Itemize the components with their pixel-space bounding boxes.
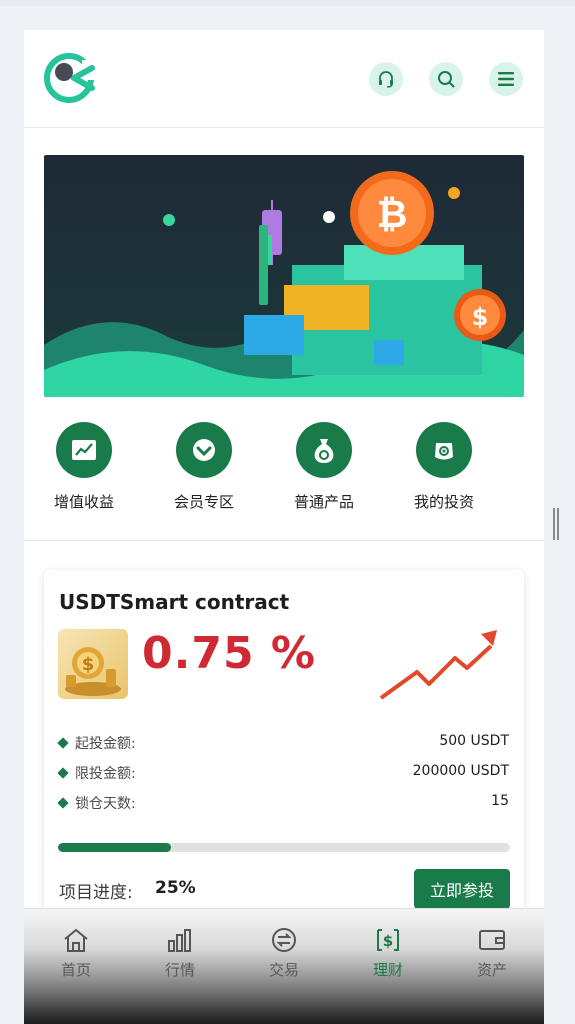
trend-chart-icon [72,440,96,460]
nav-item-assets[interactable]: 资产 [440,909,544,1024]
product-thumbnail: $ [58,629,128,699]
quick-item-label: 普通产品 [293,493,354,511]
bullet-diamond-icon [57,797,69,809]
nav-item-market[interactable]: 行情 [128,909,232,1024]
app-screen: ₿ $ 增值收益 会员专区 普通产品 我的投资 USDTSmart contra… [24,30,544,1024]
nav-item-trade[interactable]: 交易 [232,909,336,1024]
support-button[interactable] [369,62,403,96]
scrollbar-handle[interactable] [553,508,559,540]
home-icon [64,928,88,952]
search-icon [438,71,455,88]
gold-coin-illustration: $ [65,647,121,696]
quick-item-regular-products[interactable]: 普通产品 [264,422,384,540]
browser-top-strip [0,0,575,6]
return-rate: 0.75 % [142,628,316,679]
progress-bar [58,843,510,852]
promo-banner[interactable]: ₿ $ [44,155,524,397]
progress-label: 项目进度: [59,883,133,903]
search-button[interactable] [429,62,463,96]
quick-item-label: 增值收益 [53,493,114,511]
nav-label: 首页 [60,961,91,979]
quick-item-label: 我的投资 [413,493,474,511]
headset-icon [379,71,393,88]
product-detail-row: 限投金额: 200000 USDT [57,763,509,783]
quick-menu: 增值收益 会员专区 普通产品 我的投资 [24,422,544,540]
nav-label: 交易 [268,961,299,979]
product-title: USDTSmart contract [59,590,290,614]
quick-item-label: 会员专区 [173,493,234,511]
nav-item-home[interactable]: 首页 [24,909,128,1024]
progress-fill [58,843,171,852]
menu-button[interactable] [489,62,523,96]
menu-icon [498,72,514,86]
finance-icon: $ [377,929,399,951]
exchange-icon [272,928,296,952]
header [24,30,544,128]
join-investment-button[interactable]: 立即参投 [414,869,510,909]
quick-item-value-added[interactable]: 增值收益 [24,422,144,540]
detail-key: 起投金额: [75,736,136,752]
detail-key: 锁仓天数: [75,796,136,812]
svg-text:$: $ [82,654,95,675]
quick-item-my-investment[interactable]: 我的投资 [384,422,504,540]
svg-text:$: $ [472,303,489,331]
bottom-nav: 首页 行情 交易 $ 理财 资产 [24,908,544,1024]
crypto-banner-illustration: ₿ $ [44,155,524,397]
quick-item-member-zone[interactable]: 会员专区 [144,422,264,540]
detail-key: 限投金额: [75,766,136,782]
heart-badge-icon [193,439,215,461]
wallet-icon [479,930,505,950]
quick-icon-circle [296,422,352,478]
quick-icon-circle [56,422,112,478]
uptrend-arrow-icon [379,630,497,700]
bar-chart-icon [168,929,191,952]
product-detail-row: 锁仓天数: 15 [57,793,509,813]
money-bag-icon [314,439,334,463]
quick-icon-circle [176,422,232,478]
product-card[interactable]: USDTSmart contract $ 0.75 % 起投金额: 500 US… [44,570,524,930]
detail-value: 15 [491,793,509,809]
product-detail-row: 起投金额: 500 USDT [57,733,509,753]
quick-icon-circle [416,422,472,478]
svg-text:$: $ [383,932,393,950]
brand-logo[interactable] [44,50,100,106]
detail-value: 500 USDT [439,733,509,749]
wallet-coin-icon [435,443,453,460]
bullet-diamond-icon [57,737,69,749]
nav-item-finance[interactable]: $ 理财 [336,909,440,1024]
svg-text:₿: ₿ [377,192,408,236]
progress-value: 25% [155,878,196,898]
section-divider [24,540,544,541]
nav-label: 行情 [164,961,195,979]
detail-value: 200000 USDT [412,763,509,779]
nav-label: 资产 [476,961,507,979]
bullet-diamond-icon [57,767,69,779]
nav-label: 理财 [372,961,403,979]
